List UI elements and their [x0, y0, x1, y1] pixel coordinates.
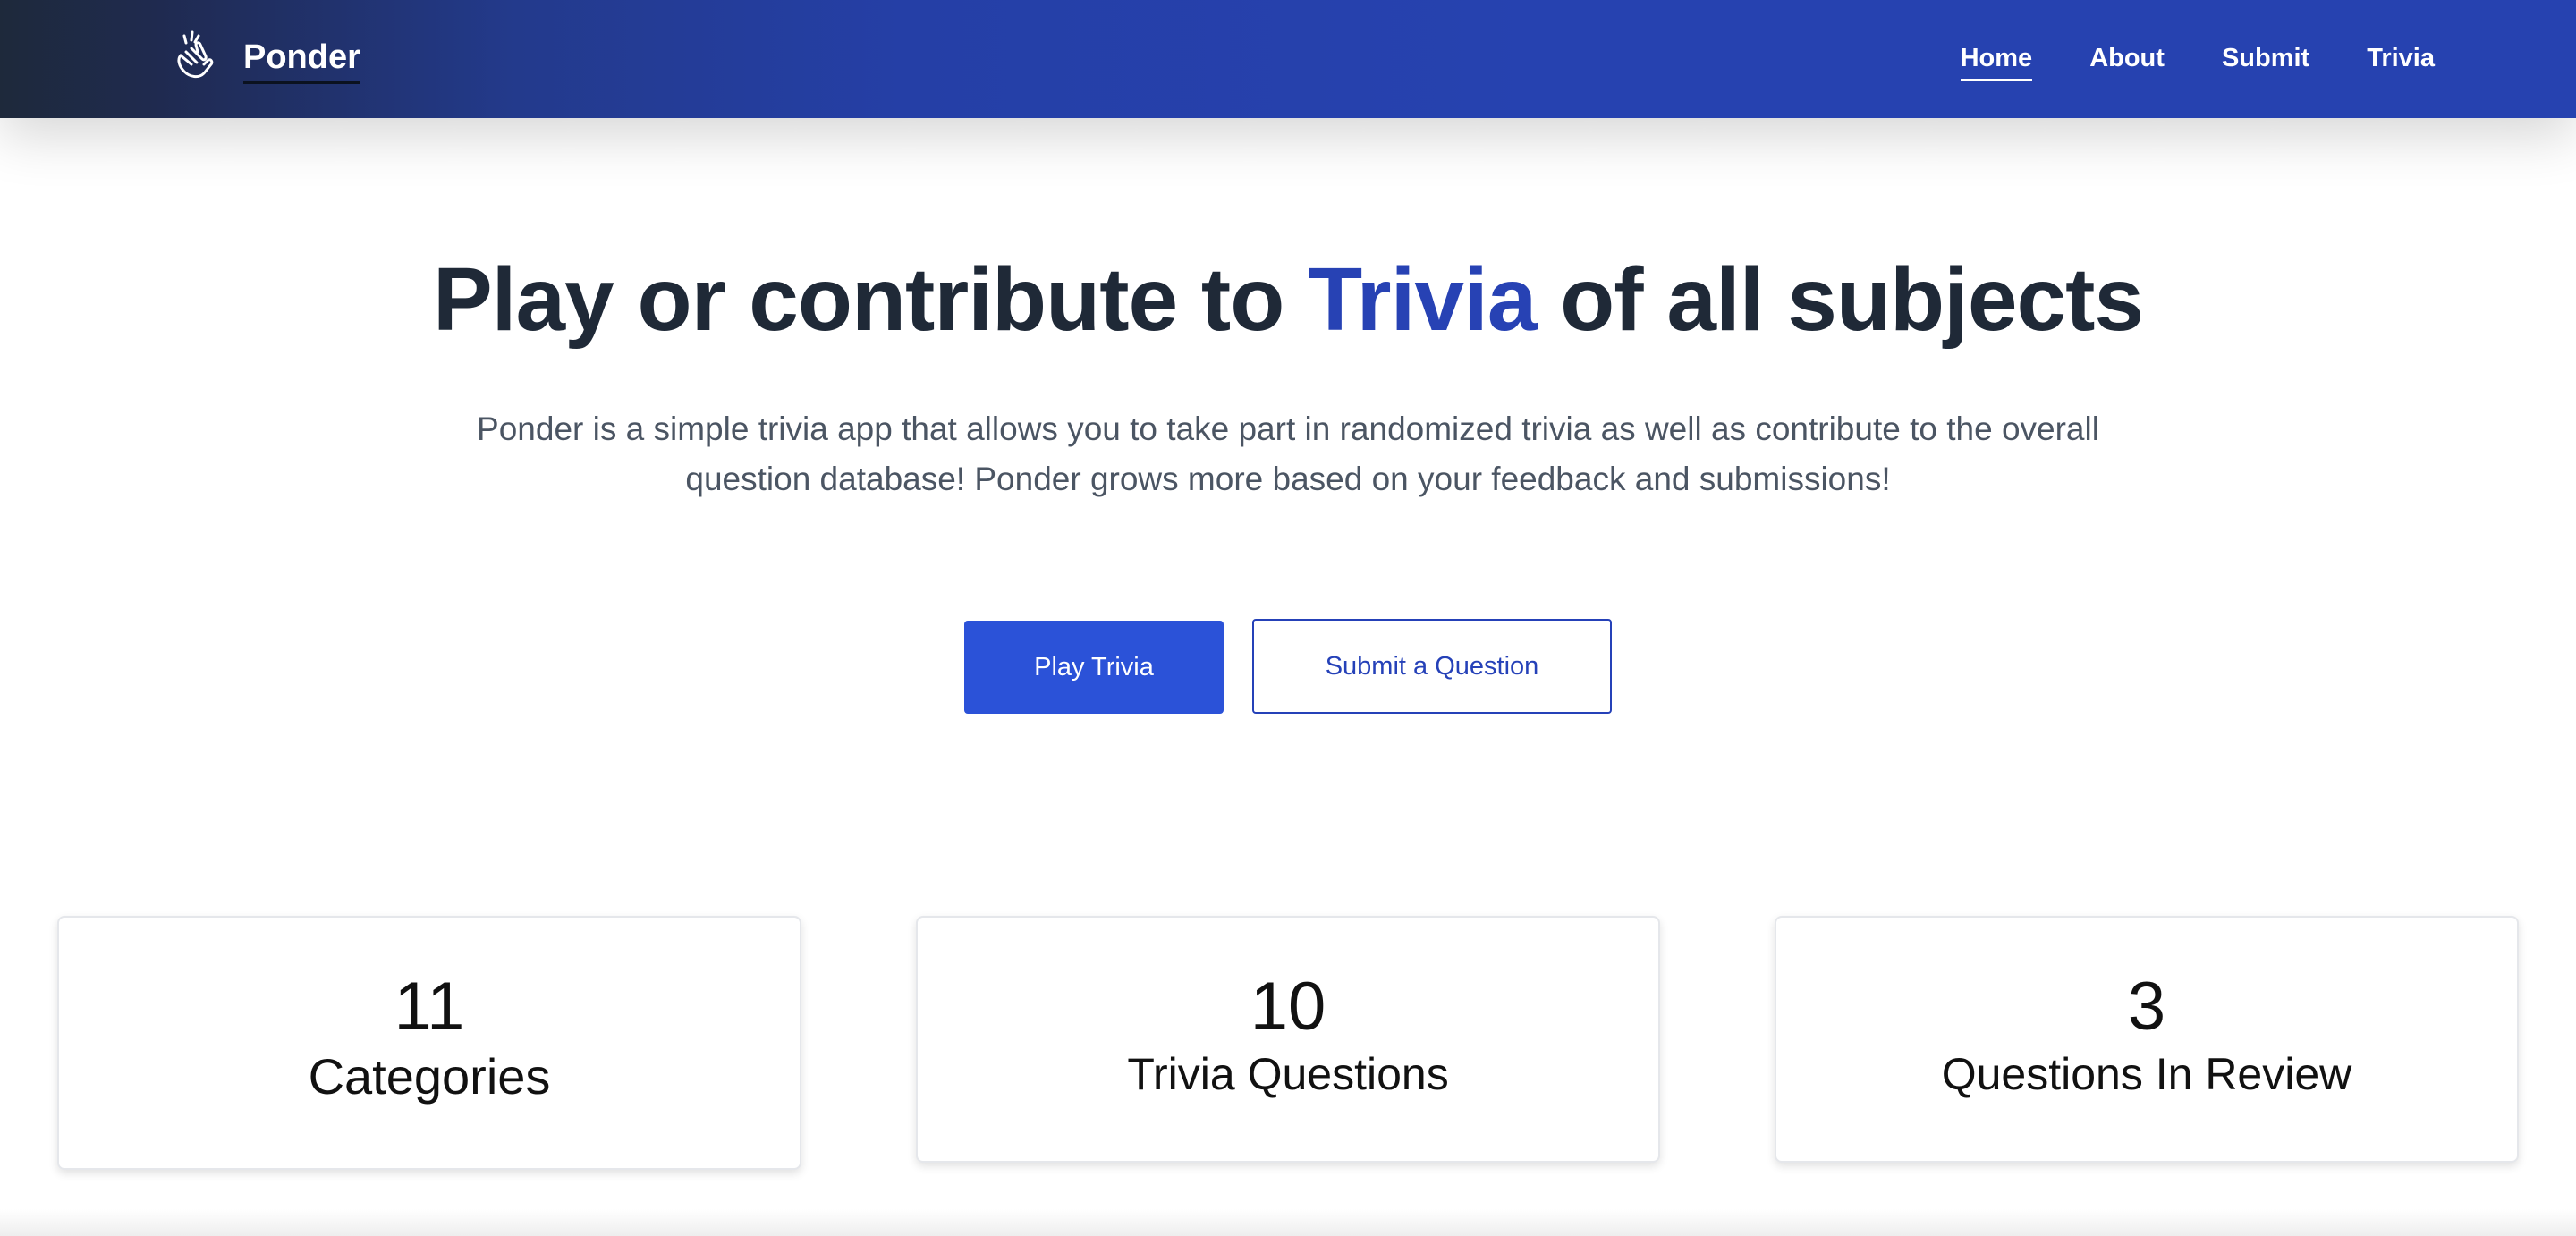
nav-about-link[interactable]: About [2089, 46, 2165, 81]
stat-value: 3 [2127, 969, 2166, 1045]
snap-fingers-icon [177, 30, 214, 79]
stat-card-questions-in-review: 3 Questions In Review [1775, 916, 2519, 1163]
stat-label: Trivia Questions [1127, 1049, 1449, 1099]
hero-title-start: Play or contribute to [432, 250, 1309, 350]
hero-title-end: of all subjects [1536, 250, 2144, 350]
main-nav: Home About Submit Trivia [1960, 0, 2435, 118]
nav-submit-link[interactable]: Submit [2222, 46, 2309, 81]
play-trivia-button[interactable]: Play Trivia [964, 621, 1224, 714]
brand-home-link[interactable]: Ponder [168, 25, 360, 89]
bottom-section-divider [0, 1209, 2576, 1236]
stat-value: 11 [394, 969, 465, 1045]
top-navbar: Ponder Home About Submit Trivia [0, 0, 2576, 118]
stat-card-trivia-questions: 10 Trivia Questions [916, 916, 1660, 1163]
submit-question-button[interactable]: Submit a Question [1252, 619, 1612, 714]
hero-title-accent: Trivia [1308, 250, 1537, 350]
stat-value: 10 [1250, 969, 1326, 1045]
nav-home-link[interactable]: Home [1960, 46, 2033, 81]
nav-trivia-link[interactable]: Trivia [2367, 46, 2435, 81]
hero-title: Play or contribute to Trivia of all subj… [0, 250, 2576, 349]
stat-label: Categories [308, 1048, 551, 1105]
brand-name: Ponder [243, 40, 360, 84]
hero-description: Ponder is a simple trivia app that allow… [477, 411, 2099, 497]
stat-label: Questions In Review [1941, 1049, 2352, 1099]
stat-card-categories: 11 Categories [57, 916, 801, 1170]
